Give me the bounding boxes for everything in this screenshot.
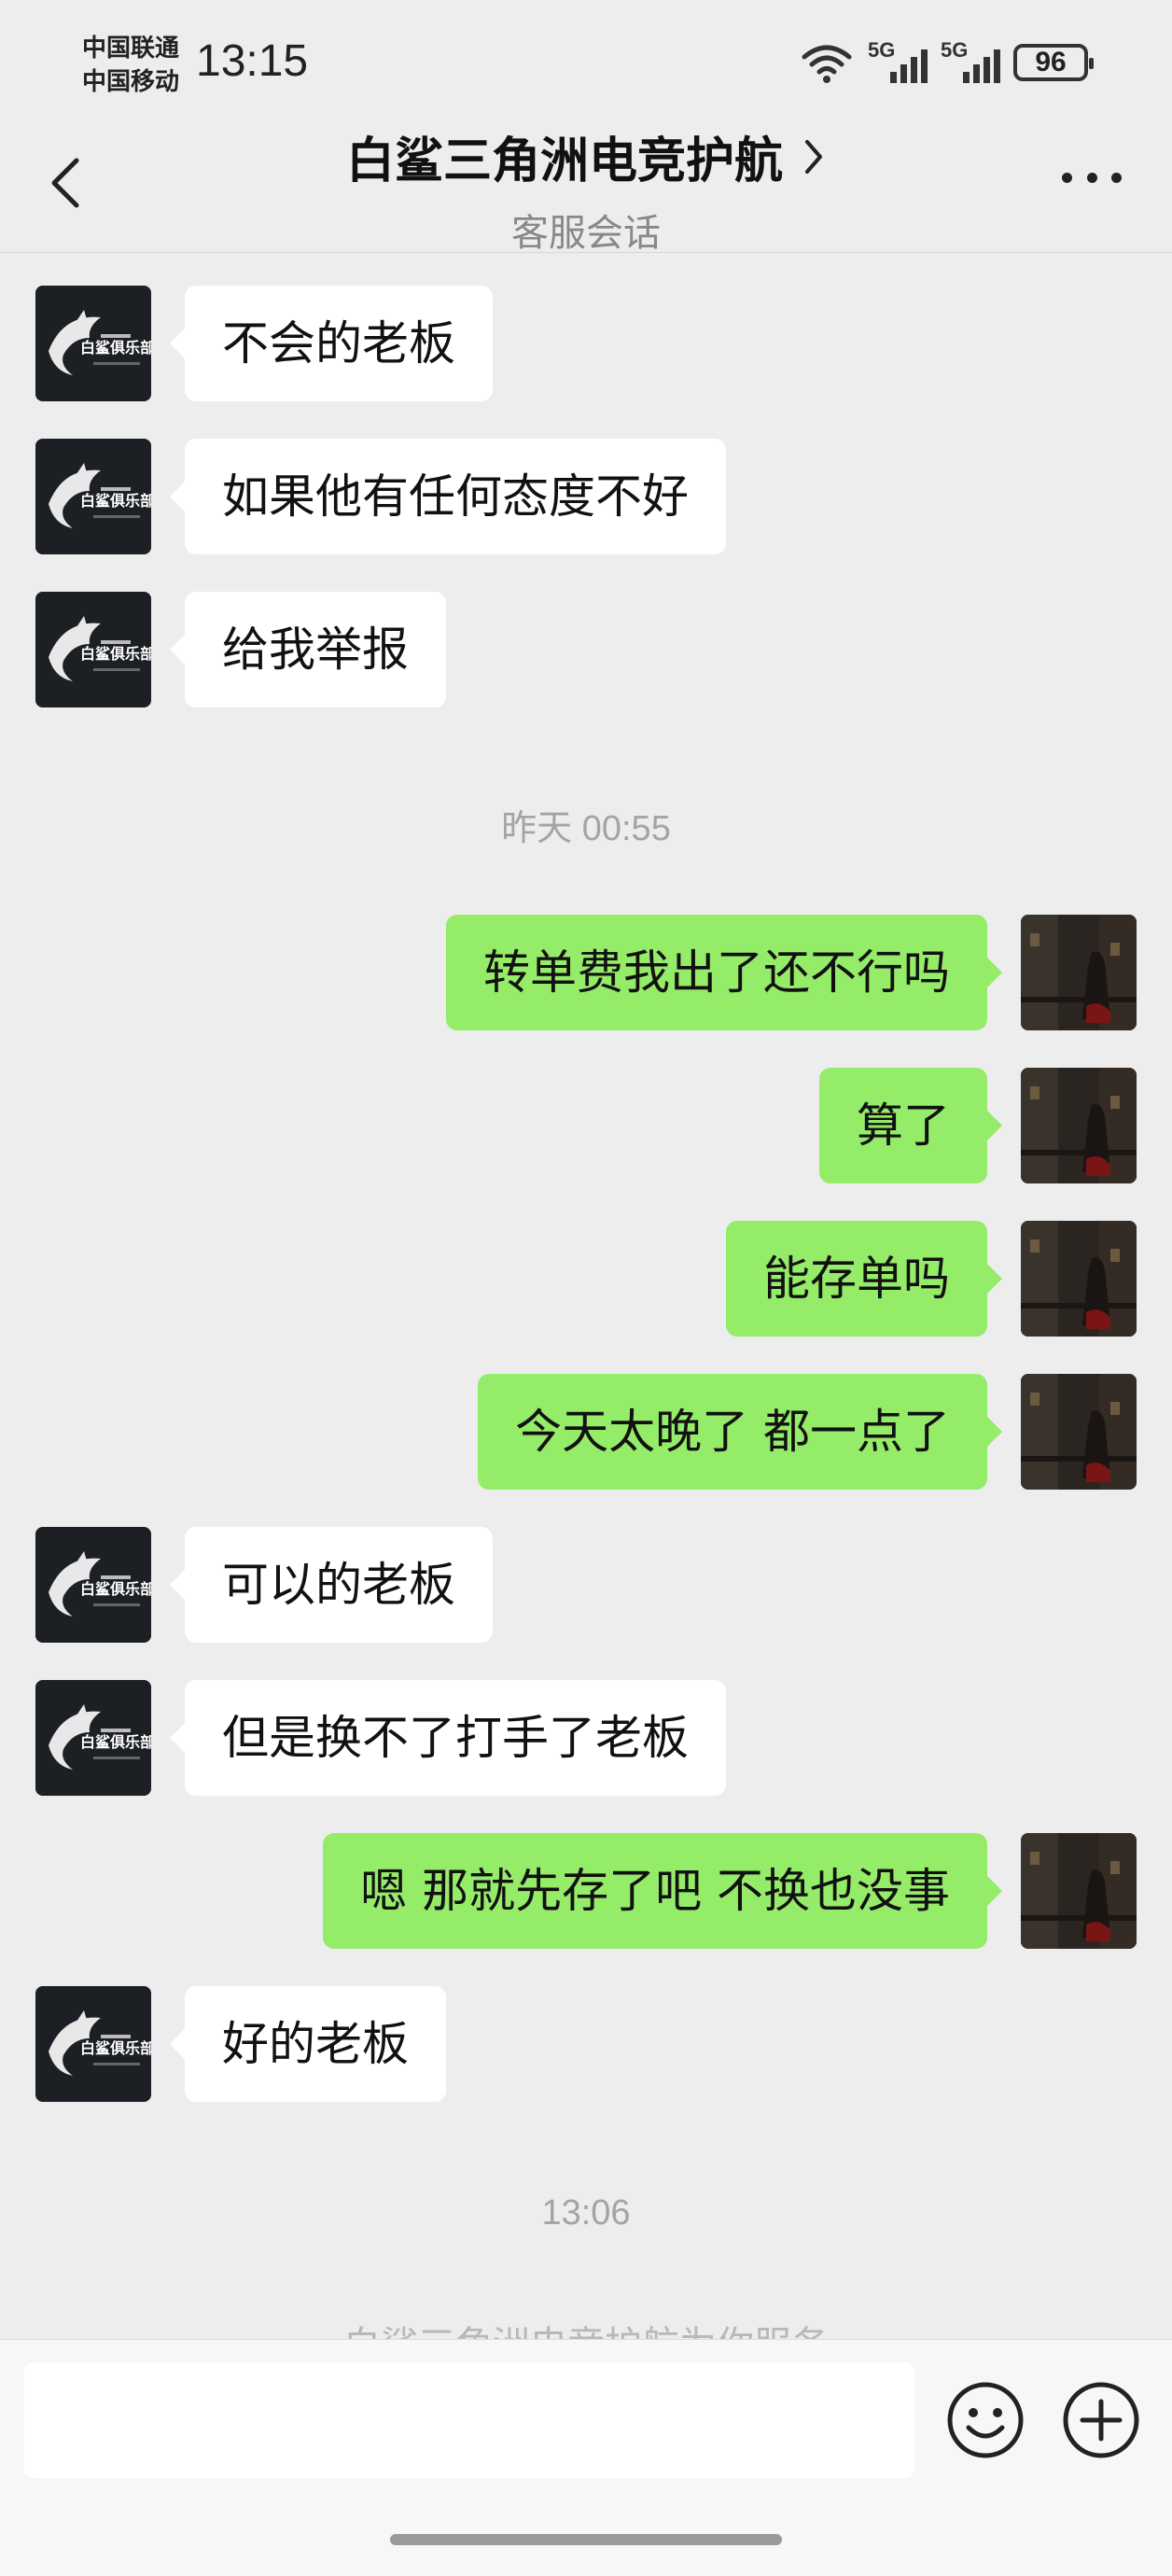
message-bubble[interactable]: 给我举报 [170,592,446,707]
svg-text:白鲨俱乐部: 白鲨俱乐部 [80,1580,151,1598]
message-bubble[interactable]: 今天太晚了 都一点了 [478,1374,1002,1490]
timestamp: 昨天 00:55 [501,809,671,848]
plus-icon[interactable] [1062,2381,1140,2459]
svg-text:白鲨俱乐部: 白鲨俱乐部 [80,2039,151,2057]
outgoing-message: 嗯 那就先存了吧 不换也没事 [0,1833,1172,1949]
user-avatar[interactable] [1021,1068,1137,1183]
outgoing-message: 能存单吗 [0,1221,1172,1337]
incoming-message: 白鲨俱乐部 如果他有任何态度不好 [0,439,1172,554]
svg-text:白鲨俱乐部: 白鲨俱乐部 [80,492,151,510]
svg-text:白鲨俱乐部: 白鲨俱乐部 [80,339,151,357]
agent-avatar[interactable]: 白鲨俱乐部 [35,1680,151,1796]
incoming-message: 白鲨俱乐部 可以的老板 [0,1527,1172,1643]
timestamp: 13:06 [541,2193,631,2233]
agent-avatar[interactable]: 白鲨俱乐部 [35,1527,151,1643]
message-bubble[interactable]: 嗯 那就先存了吧 不换也没事 [323,1833,1002,1949]
message-bubble[interactable]: 如果他有任何态度不好 [170,439,726,554]
home-indicator[interactable] [390,2534,782,2545]
emoji-icon[interactable] [946,2381,1025,2459]
message-bubble[interactable]: 转单费我出了还不行吗 [446,915,1002,1030]
incoming-message: 白鲨俱乐部 不会的老板 [0,286,1172,401]
user-avatar[interactable] [1021,1374,1137,1490]
outgoing-message: 转单费我出了还不行吗 [0,915,1172,1030]
outgoing-message: 算了 [0,1068,1172,1183]
user-avatar[interactable] [1021,1833,1137,1949]
agent-avatar[interactable]: 白鲨俱乐部 [35,592,151,707]
agent-avatar[interactable]: 白鲨俱乐部 [35,286,151,401]
incoming-message: 白鲨俱乐部 给我举报 [0,592,1172,707]
input-bar [0,2339,1172,2576]
svg-text:白鲨俱乐部: 白鲨俱乐部 [80,645,151,663]
outgoing-message: 今天太晚了 都一点了 [0,1374,1172,1490]
incoming-message: 白鲨俱乐部 但是换不了打手了老板 [0,1680,1172,1796]
message-bubble[interactable]: 不会的老板 [170,286,493,401]
message-list: 白鲨俱乐部 不会的老板 白鲨俱乐部 如果他有任何态度不好 白鲨俱乐部 给我举报 昨天 00:… [0,0,1172,2333]
agent-avatar[interactable]: 白鲨俱乐部 [35,439,151,554]
message-input[interactable] [24,2362,914,2478]
message-bubble[interactable]: 但是换不了打手了老板 [170,1680,726,1796]
message-bubble[interactable]: 可以的老板 [170,1527,493,1643]
user-avatar[interactable] [1021,1221,1137,1337]
svg-text:白鲨俱乐部: 白鲨俱乐部 [80,1733,151,1751]
user-avatar[interactable] [1021,915,1137,1030]
message-bubble[interactable]: 算了 [819,1068,1002,1183]
message-bubble[interactable]: 好的老板 [170,1986,446,2102]
incoming-message: 白鲨俱乐部 好的老板 [0,1986,1172,2102]
agent-avatar[interactable]: 白鲨俱乐部 [35,1986,151,2102]
message-bubble[interactable]: 能存单吗 [726,1221,1002,1337]
